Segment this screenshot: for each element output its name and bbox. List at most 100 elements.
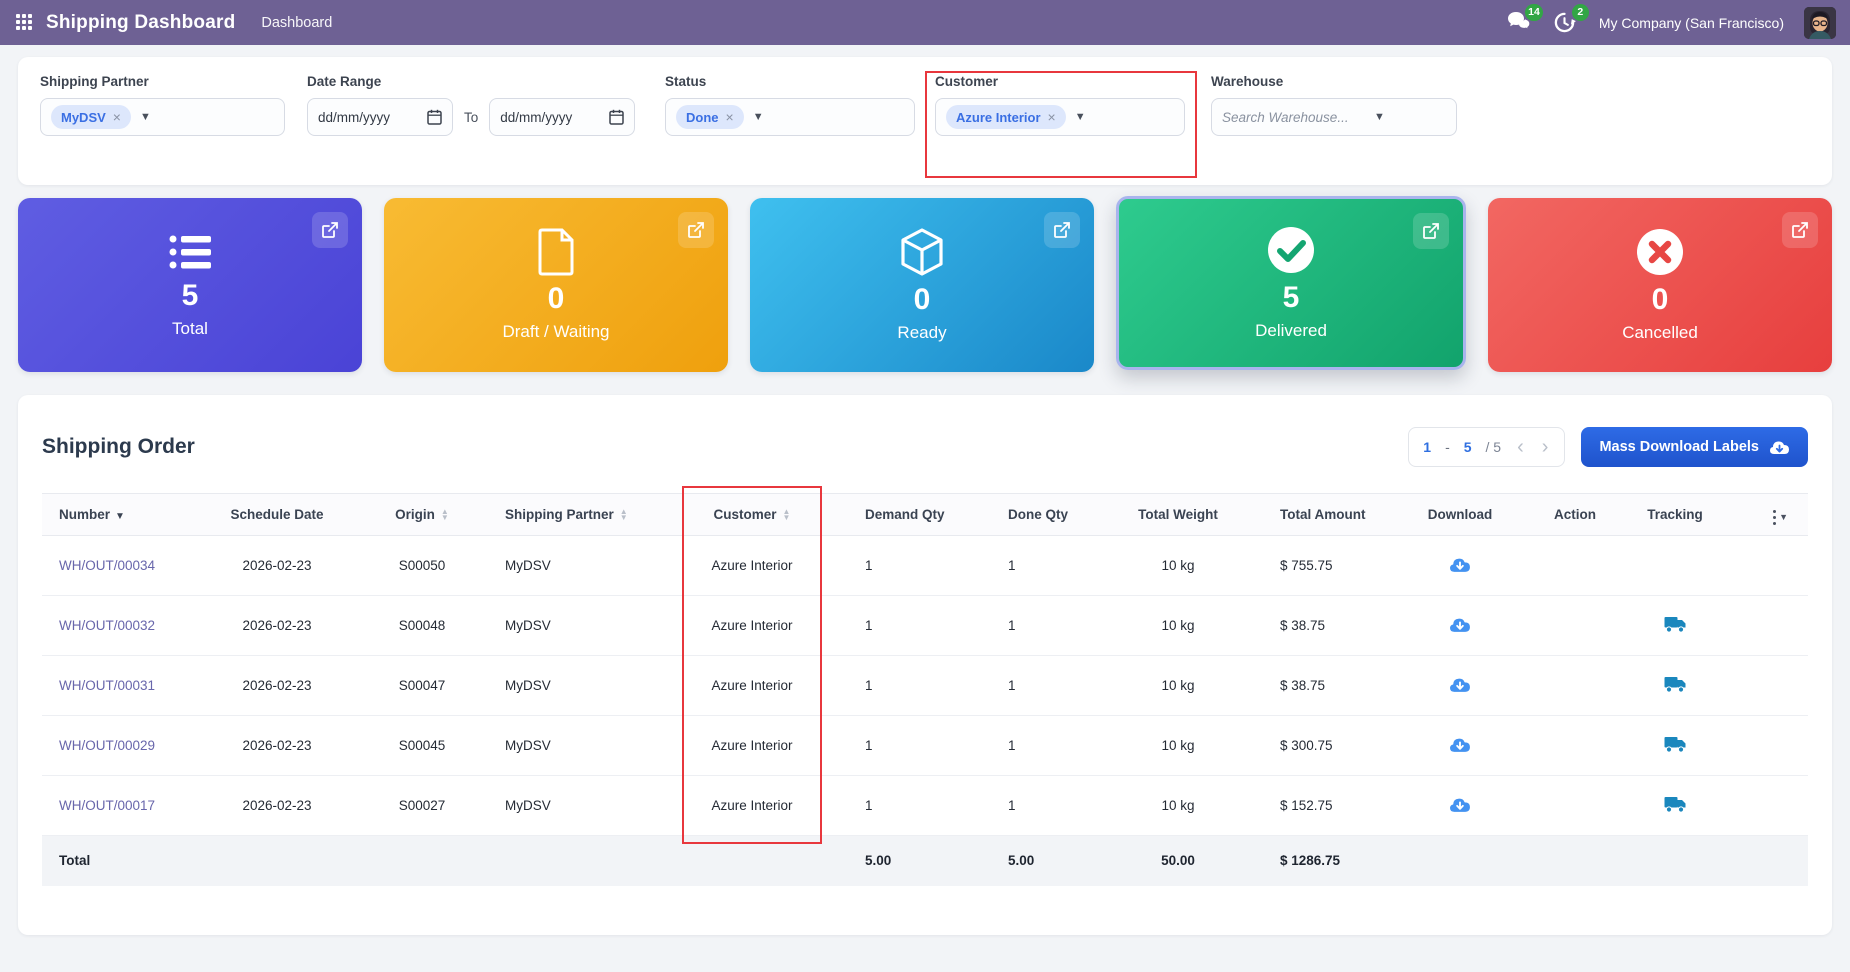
warehouse-label: Warehouse [1211,74,1284,89]
nav-menu-dashboard[interactable]: Dashboard [261,15,332,31]
status-label: Status [665,74,707,89]
document-icon [538,228,574,276]
warehouse-search-input[interactable] [1222,109,1372,125]
order-number-link[interactable]: WH/OUT/00031 [59,678,155,693]
column-header-tracking: Tracking [1630,493,1720,536]
status-select[interactable]: Done × ▼ [665,98,915,136]
chevron-down-icon[interactable]: ▼ [753,111,764,123]
origin-cell: S00050 [362,535,482,596]
done-qty-cell: 1 [966,715,1106,776]
date-to-word: To [464,109,479,125]
pager-prev-button[interactable]: ‹ [1515,437,1526,457]
download-label-button[interactable] [1449,556,1471,573]
external-link-icon[interactable] [1044,212,1080,248]
app-title: Shipping Dashboard [46,11,236,33]
column-header-total-weight[interactable]: Total Weight [1106,493,1250,536]
warehouse-select[interactable]: ▼ [1211,98,1457,136]
chevron-down-icon[interactable]: ▼ [1374,111,1385,123]
top-navbar: Shipping Dashboard Dashboard 14 2 My Com… [0,0,1850,45]
total-amount: $ 1286.75 [1250,835,1400,886]
stat-cards-row: 5 Total 0 Draft / Waiting 0 Ready 5 Deli… [18,196,1832,372]
remove-tag-icon[interactable]: × [1048,109,1056,125]
shipping-partner-select[interactable]: MyDSV × ▼ [40,98,285,136]
chevron-down-icon[interactable]: ▼ [140,111,151,123]
total-demand-qty: 5.00 [820,835,966,886]
demand-qty-cell: 1 [820,535,966,596]
column-header-number[interactable]: Number ▼ [42,493,192,536]
sort-icon: ▲ ▼ [782,507,791,523]
column-header-done-qty[interactable]: Done Qty [966,493,1106,536]
column-options-button[interactable]: ▼ [1720,493,1808,536]
column-header-origin[interactable]: Origin ▲ ▼ [362,493,482,536]
shipping-partner-cell: MyDSV [482,535,684,596]
order-number-link[interactable]: WH/OUT/00017 [59,798,155,813]
dots-vertical-icon [1773,515,1777,519]
download-label-button[interactable] [1449,736,1471,753]
check-circle-icon [1268,227,1314,273]
demand-qty-cell: 1 [820,655,966,716]
download-label-button[interactable] [1449,616,1471,633]
cloud-download-icon [1450,738,1470,752]
table-row: WH/OUT/00017 2026-02-23 S00027 MyDSV Azu… [42,775,1808,836]
schedule-date-cell: 2026-02-23 [192,595,362,656]
tracking-button[interactable] [1664,616,1686,633]
date-to-input[interactable]: dd/mm/yyyy [489,98,636,136]
origin-cell: S00045 [362,715,482,776]
order-number-link[interactable]: WH/OUT/00034 [59,558,155,573]
tracking-button[interactable] [1664,736,1686,753]
order-number-link[interactable]: WH/OUT/00029 [59,738,155,753]
download-label-button[interactable] [1449,796,1471,813]
column-header-shipping-partner[interactable]: Shipping Partner ▲ ▼ [482,493,684,536]
action-cell [1520,595,1630,656]
external-link-icon[interactable] [1782,212,1818,248]
activities-button[interactable]: 2 [1553,3,1589,35]
chevron-down-icon: ▼ [1779,512,1788,523]
remove-tag-icon[interactable]: × [726,109,734,125]
total-weight-cell: 10 kg [1106,595,1250,656]
schedule-date-cell: 2026-02-23 [192,535,362,596]
external-link-icon[interactable] [312,212,348,248]
stat-card-draft-waiting[interactable]: 0 Draft / Waiting [384,198,728,372]
messages-button[interactable]: 14 [1507,3,1543,35]
stat-card-cancelled[interactable]: 0 Cancelled [1488,198,1832,372]
column-header-demand-qty[interactable]: Demand Qty [820,493,966,536]
stat-card-delivered[interactable]: 5 Delivered [1116,196,1466,370]
action-cell [1520,715,1630,776]
total-label: Total [42,835,192,886]
external-link-icon[interactable] [1413,213,1449,249]
stat-card-ready[interactable]: 0 Ready [750,198,1094,372]
origin-cell: S00027 [362,775,482,836]
tracking-button[interactable] [1664,796,1686,813]
download-label-button[interactable] [1449,676,1471,693]
order-number-link[interactable]: WH/OUT/00032 [59,618,155,633]
cloud-download-icon [1450,558,1470,572]
apps-menu-icon[interactable] [16,13,34,32]
shipping-partner-cell: MyDSV [482,655,684,716]
truck-icon [1664,736,1686,753]
status-filter: Status Done × ▼ [665,74,915,136]
tracking-button[interactable] [1664,676,1686,693]
remove-tag-icon[interactable]: × [113,109,121,125]
truck-icon [1664,616,1686,633]
done-qty-cell: 1 [966,775,1106,836]
customer-select[interactable]: Azure Interior × ▼ [935,98,1185,136]
user-avatar[interactable] [1804,6,1836,39]
pager-next-button[interactable]: › [1540,437,1551,457]
table-row: WH/OUT/00034 2026-02-23 S00050 MyDSV Azu… [42,535,1808,596]
company-switcher[interactable]: My Company (San Francisco) [1599,15,1784,31]
stat-card-total[interactable]: 5 Total [18,198,362,372]
origin-cell: S00048 [362,595,482,656]
pager-start: 1 [1423,439,1432,455]
stat-label: Cancelled [1622,323,1698,342]
date-from-input[interactable]: dd/mm/yyyy [307,98,453,136]
column-header-action: Action [1520,493,1630,536]
column-header-total-amount[interactable]: Total Amount [1250,493,1400,536]
list-icon [169,235,211,269]
column-header-schedule-date[interactable]: Schedule Date [192,493,362,536]
pager-total: / 5 [1485,439,1502,455]
mass-download-labels-button[interactable]: Mass Download Labels [1581,427,1808,467]
column-header-customer[interactable]: Customer ▲ ▼ [684,493,820,536]
chevron-down-icon[interactable]: ▼ [1075,111,1086,123]
customer-cell: Azure Interior [684,655,820,716]
external-link-icon[interactable] [678,212,714,248]
